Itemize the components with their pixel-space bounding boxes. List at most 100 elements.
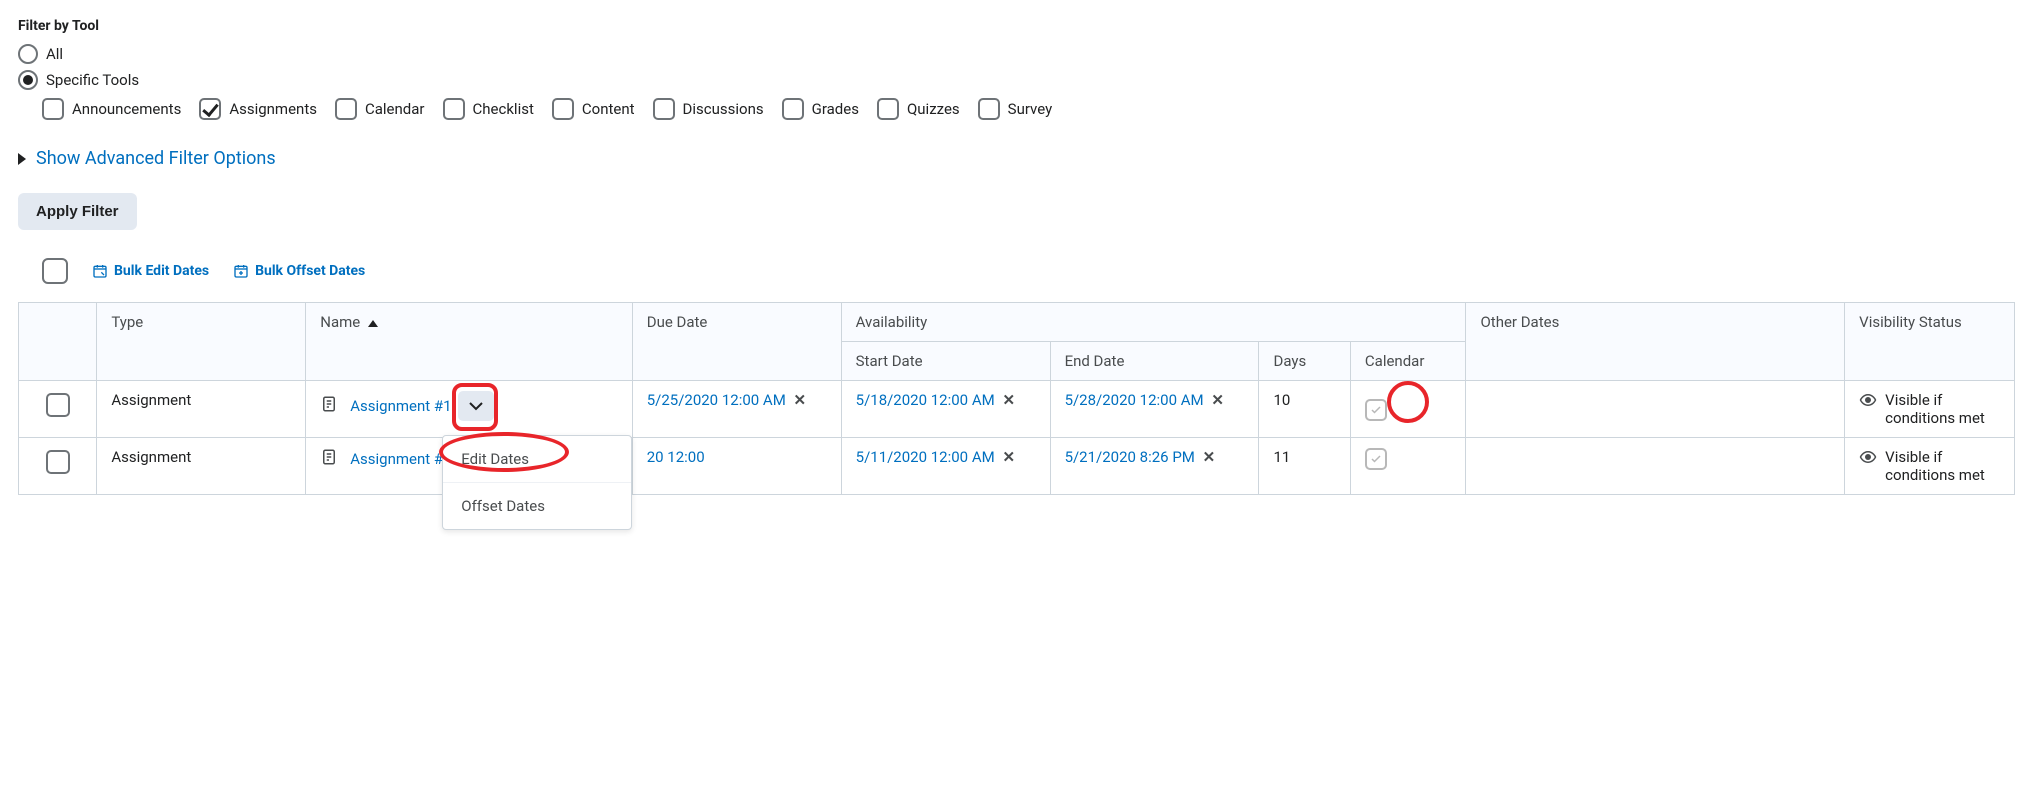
visibility-text: Visible if conditions met <box>1885 448 2000 484</box>
check-survey[interactable]: Survey <box>978 98 1053 120</box>
checkbox-quizzes[interactable] <box>877 98 899 120</box>
row-actions-button[interactable] <box>458 391 494 421</box>
label-content: Content <box>582 100 635 118</box>
checkbox-assignments[interactable] <box>199 98 221 120</box>
check-quizzes[interactable]: Quizzes <box>877 98 960 120</box>
menu-edit-dates[interactable]: Edit Dates <box>443 436 631 482</box>
label-grades: Grades <box>812 100 859 118</box>
due-date-link[interactable]: 5/25/2020 12:00 AM <box>647 391 786 409</box>
cell-calendar <box>1350 381 1466 438</box>
radio-specific-label: Specific Tools <box>46 71 139 89</box>
header-select <box>19 303 97 381</box>
due-date-link[interactable]: 20 12:00 <box>647 448 705 466</box>
calendar-edit-icon <box>92 263 108 279</box>
menu-offset-label: Offset Dates <box>461 497 545 515</box>
clear-end-icon[interactable]: ✕ <box>1203 448 1216 466</box>
row-checkbox[interactable] <box>46 393 70 417</box>
table-row: Assignment Assignment #1 Ed <box>19 381 2015 438</box>
checkbox-calendar[interactable] <box>335 98 357 120</box>
visibility-text: Visible if conditions met <box>1885 391 2000 427</box>
bulk-actions-row: Bulk Edit Dates Bulk Offset Dates <box>42 258 2015 284</box>
sort-ascending-icon <box>368 320 378 327</box>
end-date-link[interactable]: 5/28/2020 12:00 AM <box>1065 391 1204 409</box>
assignment-icon <box>320 448 338 470</box>
cell-days: 11 <box>1259 438 1350 495</box>
cell-name: Assignment #1 Edit Dates Offset Dates <box>306 381 632 438</box>
label-discussions: Discussions <box>683 100 764 118</box>
row-checkbox[interactable] <box>46 450 70 474</box>
start-date-link[interactable]: 5/18/2020 12:00 AM <box>856 391 995 409</box>
label-quizzes: Quizzes <box>907 100 960 118</box>
label-assignments: Assignments <box>229 100 317 118</box>
bulk-edit-label: Bulk Edit Dates <box>114 263 209 279</box>
radio-all-label: All <box>46 45 63 63</box>
tool-checkboxes: Announcements Assignments Calendar Check… <box>42 98 2015 120</box>
label-checklist: Checklist <box>473 100 534 118</box>
advanced-filter-row[interactable]: Show Advanced Filter Options <box>18 148 2015 169</box>
bulk-edit-dates-link[interactable]: Bulk Edit Dates <box>92 263 209 279</box>
filter-all-row[interactable]: All <box>18 44 2015 64</box>
check-discussions[interactable]: Discussions <box>653 98 764 120</box>
calendar-checkbox[interactable] <box>1365 448 1387 470</box>
expand-icon <box>18 153 26 165</box>
check-grades[interactable]: Grades <box>782 98 859 120</box>
bulk-offset-dates-link[interactable]: Bulk Offset Dates <box>233 263 365 279</box>
header-start[interactable]: Start Date <box>841 342 1050 381</box>
label-announcements: Announcements <box>72 100 181 118</box>
calendar-checkbox[interactable] <box>1365 399 1387 421</box>
calendar-offset-icon <box>233 263 249 279</box>
cell-other <box>1466 438 1845 495</box>
assignment-link[interactable]: Assignment #2 <box>350 450 451 468</box>
cell-end: 5/21/2020 8:26 PM ✕ <box>1050 438 1259 495</box>
cell-start: 5/11/2020 12:00 AM ✕ <box>841 438 1050 495</box>
filter-specific-row[interactable]: Specific Tools <box>18 70 2015 90</box>
check-content[interactable]: Content <box>552 98 635 120</box>
clear-start-icon[interactable]: ✕ <box>1002 448 1015 466</box>
assignment-link[interactable]: Assignment #1 <box>350 397 451 415</box>
clear-start-icon[interactable]: ✕ <box>1002 391 1015 409</box>
apply-filter-button[interactable]: Apply Filter <box>18 193 137 230</box>
start-date-link[interactable]: 5/11/2020 12:00 AM <box>856 448 995 466</box>
check-announcements[interactable]: Announcements <box>42 98 181 120</box>
clear-end-icon[interactable]: ✕ <box>1211 391 1224 409</box>
header-days[interactable]: Days <box>1259 342 1350 381</box>
header-end[interactable]: End Date <box>1050 342 1259 381</box>
checkbox-announcements[interactable] <box>42 98 64 120</box>
menu-offset-dates[interactable]: Offset Dates <box>443 482 631 529</box>
assignment-icon <box>320 395 338 417</box>
radio-all[interactable] <box>18 44 38 64</box>
header-name[interactable]: Name <box>306 303 632 381</box>
header-due[interactable]: Due Date <box>632 303 841 381</box>
checkbox-checklist[interactable] <box>443 98 465 120</box>
clear-due-icon[interactable]: ✕ <box>794 391 807 409</box>
annotation-red-oval <box>439 432 569 472</box>
cell-other <box>1466 381 1845 438</box>
label-survey: Survey <box>1008 100 1053 118</box>
cell-visibility: Visible if conditions met <box>1845 438 2015 495</box>
cell-days: 10 <box>1259 381 1350 438</box>
visibility-icon <box>1859 448 1877 470</box>
checkbox-survey[interactable] <box>978 98 1000 120</box>
header-other[interactable]: Other Dates <box>1466 303 1845 381</box>
check-checklist[interactable]: Checklist <box>443 98 534 120</box>
bulk-offset-label: Bulk Offset Dates <box>255 263 365 279</box>
header-visibility[interactable]: Visibility Status <box>1845 303 2015 381</box>
cell-end: 5/28/2020 12:00 AM ✕ <box>1050 381 1259 438</box>
radio-specific[interactable] <box>18 70 38 90</box>
annotation-red-box <box>452 383 498 431</box>
header-calendar[interactable]: Calendar <box>1350 342 1466 381</box>
check-calendar[interactable]: Calendar <box>335 98 425 120</box>
checkbox-content[interactable] <box>552 98 574 120</box>
checkbox-grades[interactable] <box>782 98 804 120</box>
annotation-red-circle <box>1387 381 1429 423</box>
advanced-filter-link[interactable]: Show Advanced Filter Options <box>36 148 276 169</box>
bulk-select-all-checkbox[interactable] <box>42 258 68 284</box>
table-row: Assignment Assignment #2 20 12:00 5/11/2… <box>19 438 2015 495</box>
header-type[interactable]: Type <box>97 303 306 381</box>
label-calendar: Calendar <box>365 100 425 118</box>
check-assignments[interactable]: Assignments <box>199 98 317 120</box>
cell-type: Assignment <box>97 381 306 438</box>
end-date-link[interactable]: 5/21/2020 8:26 PM <box>1065 448 1195 466</box>
cell-due: 5/25/2020 12:00 AM ✕ <box>632 381 841 438</box>
checkbox-discussions[interactable] <box>653 98 675 120</box>
